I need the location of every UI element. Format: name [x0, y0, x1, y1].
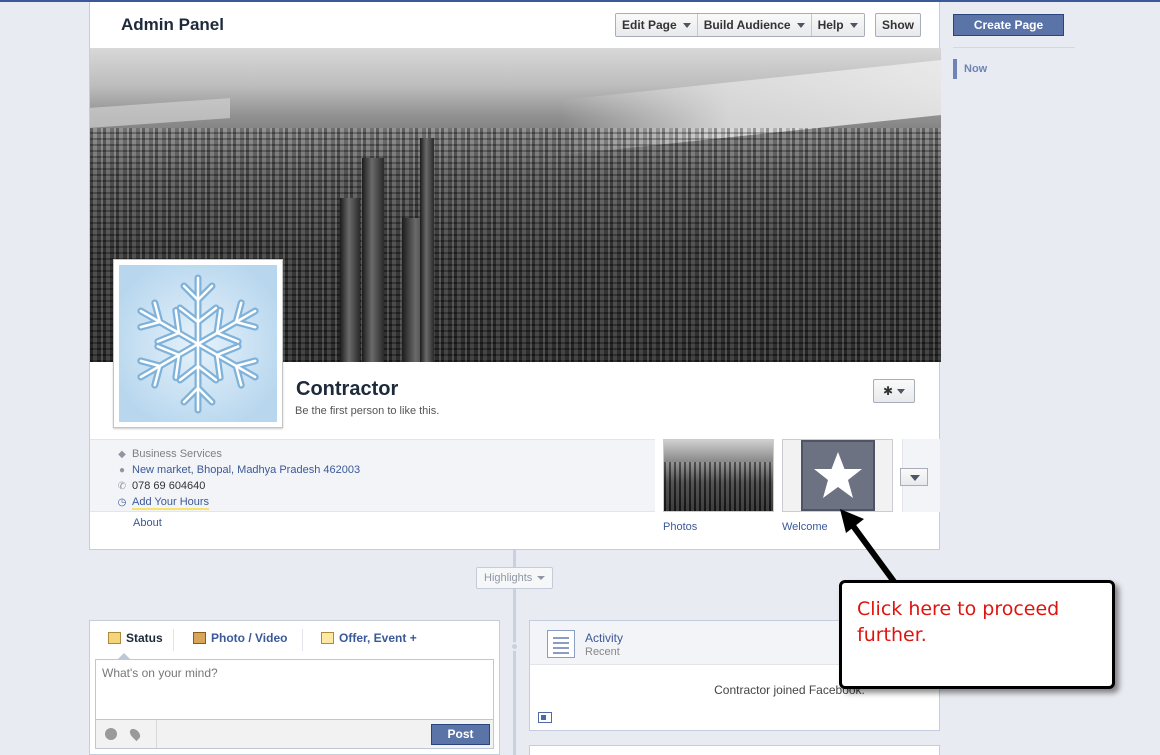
photo-icon	[193, 632, 206, 644]
page-name[interactable]: Contractor	[296, 378, 398, 401]
likes-subtitle: Be the first person to like this.	[295, 405, 440, 417]
phone-icon: ✆	[117, 481, 127, 492]
page-info-box: ◆ Business Services ● New market, Bhopal, …	[90, 439, 655, 512]
highlights-label: Highlights	[484, 572, 533, 584]
help-label: Help	[817, 18, 844, 32]
edit-page-button[interactable]: Edit Page	[616, 14, 698, 36]
chevron-down-icon	[897, 389, 906, 395]
photos-label[interactable]: Photos	[663, 521, 697, 533]
tab-separator	[173, 629, 174, 651]
add-hours-link[interactable]: Add Your Hours	[132, 496, 210, 510]
cover-tower	[340, 198, 360, 362]
admin-panel-title: Admin Panel	[121, 15, 224, 34]
tab-photo-video-label: Photo / Video	[211, 631, 288, 645]
address-link[interactable]: New market, Bhopal, Madhya Pradesh 46200…	[132, 464, 360, 476]
star-icon	[801, 440, 875, 511]
timeline-nav-now[interactable]: Now	[953, 59, 1013, 79]
tab-photo-video[interactable]: Photo / Video	[193, 631, 287, 645]
right-column-divider	[953, 47, 1075, 48]
help-button[interactable]: Help	[811, 14, 864, 36]
admin-button-group: Edit Page Build Audience Help	[615, 13, 865, 37]
about-link[interactable]: About	[133, 517, 162, 529]
phone-text: 078 69 604640	[132, 480, 206, 492]
tab-separator	[302, 629, 303, 651]
page-settings-button[interactable]: ✱	[873, 379, 915, 403]
chevron-down-icon	[849, 23, 858, 29]
clock-icon: ◷	[117, 497, 127, 508]
composer-footer: Post	[95, 719, 494, 749]
activity-subtitle: Recent	[585, 646, 620, 658]
activity-title[interactable]: Activity	[585, 631, 623, 645]
tab-status[interactable]: Status	[108, 631, 163, 645]
chevron-down-icon	[537, 576, 546, 581]
profile-picture[interactable]	[113, 259, 283, 428]
composer-tabs: Status Photo / Video Offer, Event +	[90, 621, 499, 659]
category-text: Business Services	[132, 448, 222, 460]
cover-tower	[362, 158, 384, 362]
chevron-down-icon	[682, 23, 691, 29]
post-button[interactable]: Post	[431, 724, 490, 745]
edit-page-label: Edit Page	[622, 18, 677, 32]
tab-offer-event[interactable]: Offer, Event +	[321, 631, 417, 645]
status-input[interactable]: What's on your mind?	[95, 659, 494, 719]
offer-icon	[321, 632, 334, 644]
chevron-down-icon	[910, 475, 920, 481]
facebook-mini-icon	[538, 712, 552, 723]
build-audience-label: Build Audience	[703, 18, 791, 32]
tag-icon: ◆	[118, 449, 126, 460]
next-timeline-card	[529, 745, 940, 755]
page-header-card: Admin Panel Edit Page Build Audience Hel…	[89, 2, 941, 550]
hours-row[interactable]: ◷ Add Your Hours	[116, 495, 210, 510]
photos-thumbnail-image	[664, 462, 773, 511]
admin-bar: Admin Panel Edit Page Build Audience Hel…	[90, 2, 939, 48]
location-pin-icon[interactable]	[127, 726, 143, 742]
clock-icon[interactable]	[105, 728, 117, 740]
activity-icon	[547, 630, 575, 658]
gear-icon: ✱	[882, 384, 894, 398]
address-row[interactable]: ● New market, Bhopal, Madhya Pradesh 4620…	[116, 463, 360, 477]
highlights-dropdown[interactable]: Highlights	[476, 567, 553, 589]
cover-tower	[420, 138, 434, 362]
build-audience-button[interactable]: Build Audience	[697, 14, 812, 36]
more-apps-button[interactable]	[900, 468, 928, 486]
tab-offer-event-label: Offer, Event +	[339, 631, 417, 645]
footer-divider	[156, 720, 157, 748]
status-composer: Status Photo / Video Offer, Event + What…	[89, 620, 500, 755]
chevron-down-icon	[796, 23, 805, 29]
location-pin-icon: ●	[118, 465, 126, 476]
status-icon	[108, 632, 121, 644]
tab-status-label: Status	[126, 631, 163, 645]
create-page-button[interactable]: Create Page	[953, 14, 1064, 36]
phone-row: ✆ 078 69 604640	[116, 479, 206, 493]
welcome-label[interactable]: Welcome	[782, 521, 828, 533]
show-button[interactable]: Show	[875, 13, 921, 37]
timeline-dot	[510, 642, 519, 651]
snowflake-icon	[119, 265, 277, 422]
category-row: ◆ Business Services	[116, 447, 222, 461]
welcome-app-thumbnail[interactable]	[782, 439, 893, 512]
annotation-callout: Click here to proceed further.	[839, 580, 1115, 689]
cover-river-left	[90, 98, 230, 128]
photos-app-thumbnail[interactable]	[663, 439, 774, 512]
